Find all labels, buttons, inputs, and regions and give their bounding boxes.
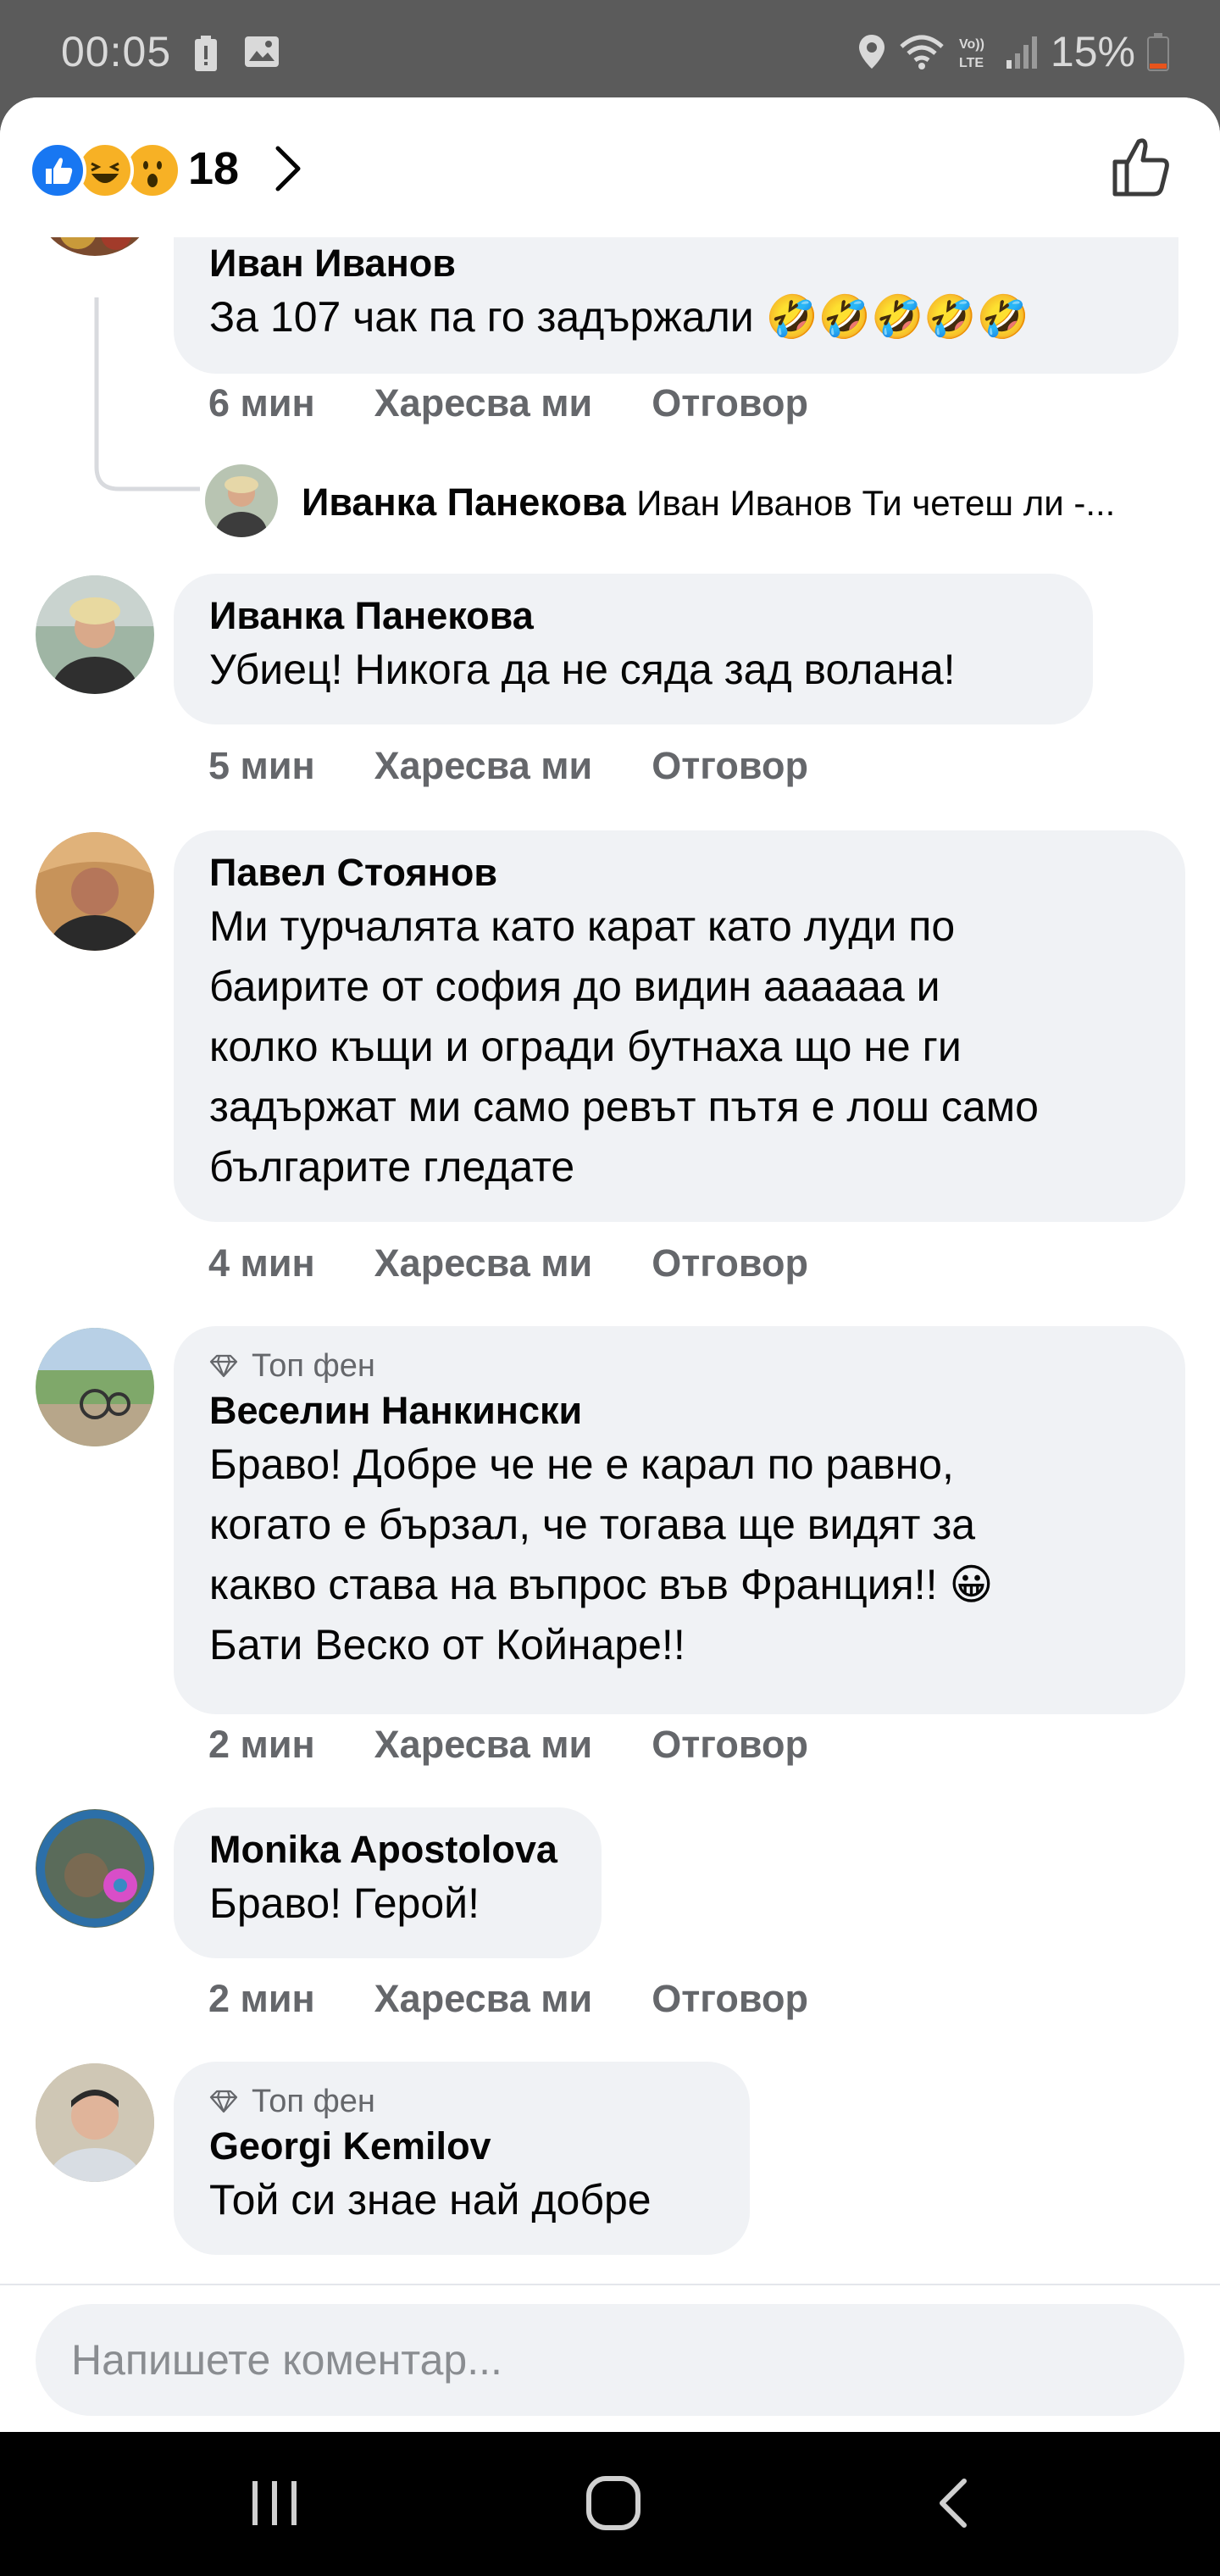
battery-alert-icon	[195, 36, 217, 71]
wifi-icon	[900, 35, 944, 69]
comment-time: 6 мин	[208, 381, 315, 425]
diamond-icon	[209, 2090, 238, 2113]
comment-author[interactable]: Georgi Kemilov	[209, 2123, 714, 2170]
comment-actions: 2 мин Харесва ми Отговор	[208, 1723, 808, 1767]
comment-actions: 2 мин Харесва ми Отговор	[208, 1977, 808, 2021]
comment-text: Той си знае най добре	[209, 2176, 652, 2223]
comment-actions: 4 мин Харесва ми Отговор	[208, 1241, 808, 1285]
comment-bubble[interactable]: Monika Apostolova Браво! Герой!	[174, 1807, 602, 1958]
avatar[interactable]	[36, 832, 154, 951]
reply-link[interactable]: Отговор	[652, 1977, 808, 2021]
like-link[interactable]: Харесва ми	[374, 744, 593, 788]
comment-time: 5 мин	[208, 744, 315, 787]
like-link[interactable]: Харесва ми	[374, 1723, 593, 1767]
status-time: 00:05	[61, 28, 172, 75]
comment-bubble[interactable]: Павел Стоянов Ми турчалята като карат ка…	[174, 830, 1185, 1222]
comment-time: 2 мин	[208, 1723, 315, 1766]
reply-link[interactable]: Отговор	[652, 744, 808, 788]
comment-author[interactable]: Monika Apostolova	[209, 1826, 566, 1874]
svg-text:Vo)): Vo))	[959, 37, 984, 52]
comment-author[interactable]: Иван Иванов	[209, 240, 1143, 287]
home-icon[interactable]	[585, 2474, 642, 2532]
comment-text-line: баирите от софия до видин аааааа и	[209, 963, 940, 1010]
like-reaction-icon	[29, 142, 86, 199]
comment-text-line: колко къщи и огради бутнаха що не ги	[209, 1023, 962, 1070]
comment-composer	[0, 2284, 1220, 2432]
reaction-count: 18	[188, 143, 240, 194]
image-icon	[245, 36, 279, 67]
avatar[interactable]	[36, 1809, 154, 1928]
reply-link[interactable]: Отговор	[652, 1241, 808, 1285]
like-link[interactable]: Харесва ми	[374, 1241, 593, 1285]
avatar[interactable]	[36, 575, 154, 694]
comment-author[interactable]: Веселин Нанкински	[209, 1387, 1150, 1435]
comment-time: 2 мин	[208, 1977, 315, 2020]
comment-text-line: задържат ми само ревът пътя е лош само	[209, 1083, 1039, 1130]
comment-author[interactable]: Иванка Панекова	[209, 592, 1057, 640]
like-button-icon[interactable]	[1108, 133, 1176, 201]
comment-actions: 5 мин Харесва ми Отговор	[208, 744, 808, 788]
reply-link[interactable]: Отговор	[652, 381, 808, 425]
comment-bubble[interactable]: Топ фен Georgi Kemilov Той си знае най д…	[174, 2062, 750, 2255]
top-fan-label: Топ фен	[252, 2084, 375, 2119]
battery-percent: 15%	[1050, 28, 1135, 75]
comment-text: Убиец! Никога да не сяда зад волана!	[209, 646, 956, 693]
back-icon[interactable]	[932, 2476, 974, 2530]
top-fan-label: Топ фен	[252, 1348, 375, 1384]
status-indicators: Vo)) LTE 15%	[857, 27, 1169, 76]
like-link[interactable]: Харесва ми	[374, 1977, 593, 2021]
comment-text-line: Ми турчалята като карат като луди по	[209, 902, 956, 950]
comment-bubble[interactable]: Иван Иванов За 107 чак па го задържали 🤣…	[174, 236, 1178, 374]
diamond-icon	[209, 1354, 238, 1378]
comment-text-line: българите гледате	[209, 1143, 575, 1191]
reply-author: Иванка Панекова	[302, 480, 626, 524]
comment-bubble[interactable]: Топ фен Веселин Нанкински Браво! Добре ч…	[174, 1326, 1185, 1714]
comment-text-line: Бати Веско от Койнаре!!	[209, 1621, 685, 1668]
reply-avatar[interactable]	[205, 464, 278, 537]
avatar[interactable]	[36, 2063, 154, 2182]
reply-text: Иван Иванов Ти четеш ли -...	[636, 483, 1116, 523]
svg-text:LTE: LTE	[959, 56, 984, 70]
signal-icon	[1006, 36, 1037, 69]
battery-icon	[1147, 33, 1169, 71]
comment-actions: 6 мин Харесва ми Отговор	[208, 381, 808, 425]
comment-text: За 107 чак па го задържали 🤣🤣🤣🤣🤣	[209, 293, 1029, 341]
comment-text-line: какво става на въпрос във Франция!! 😀	[209, 1561, 994, 1608]
navigation-bar	[0, 2432, 1220, 2576]
volte-icon: Vo)) LTE	[959, 37, 984, 70]
chevron-right-icon[interactable]	[271, 143, 305, 194]
reply-link[interactable]: Отговор	[652, 1723, 808, 1767]
comment-bubble[interactable]: Иванка Панекова Убиец! Никога да не сяда…	[174, 574, 1093, 724]
comment-text-line: когато е бързал, че тогава ще видят за	[209, 1501, 976, 1548]
comment-text-line: Браво! Добре че не е карал по равно,	[209, 1441, 954, 1488]
like-link[interactable]: Харесва ми	[374, 381, 593, 425]
comments-sheet: 18 Иван Иванов За 107 чак па го задържал…	[0, 97, 1220, 2432]
recent-apps-icon[interactable]	[247, 2476, 302, 2530]
top-fan-badge: Топ фен	[209, 1345, 1150, 1387]
comment-input[interactable]	[36, 2304, 1184, 2416]
top-fan-badge: Топ фен	[209, 2080, 714, 2123]
comment-time: 4 мин	[208, 1241, 315, 1285]
reply-preview[interactable]: Иванка Панекова Иван Иванов Ти четеш ли …	[302, 480, 1200, 525]
avatar[interactable]	[36, 1328, 154, 1446]
location-icon	[858, 35, 884, 69]
status-bar: 00:05 Vo)) LTE 15%	[0, 0, 1220, 97]
reactions-header[interactable]: 18	[0, 97, 1220, 237]
comment-author[interactable]: Павел Стоянов	[209, 849, 1150, 897]
comment-text: Браво! Герой!	[209, 1879, 480, 1927]
